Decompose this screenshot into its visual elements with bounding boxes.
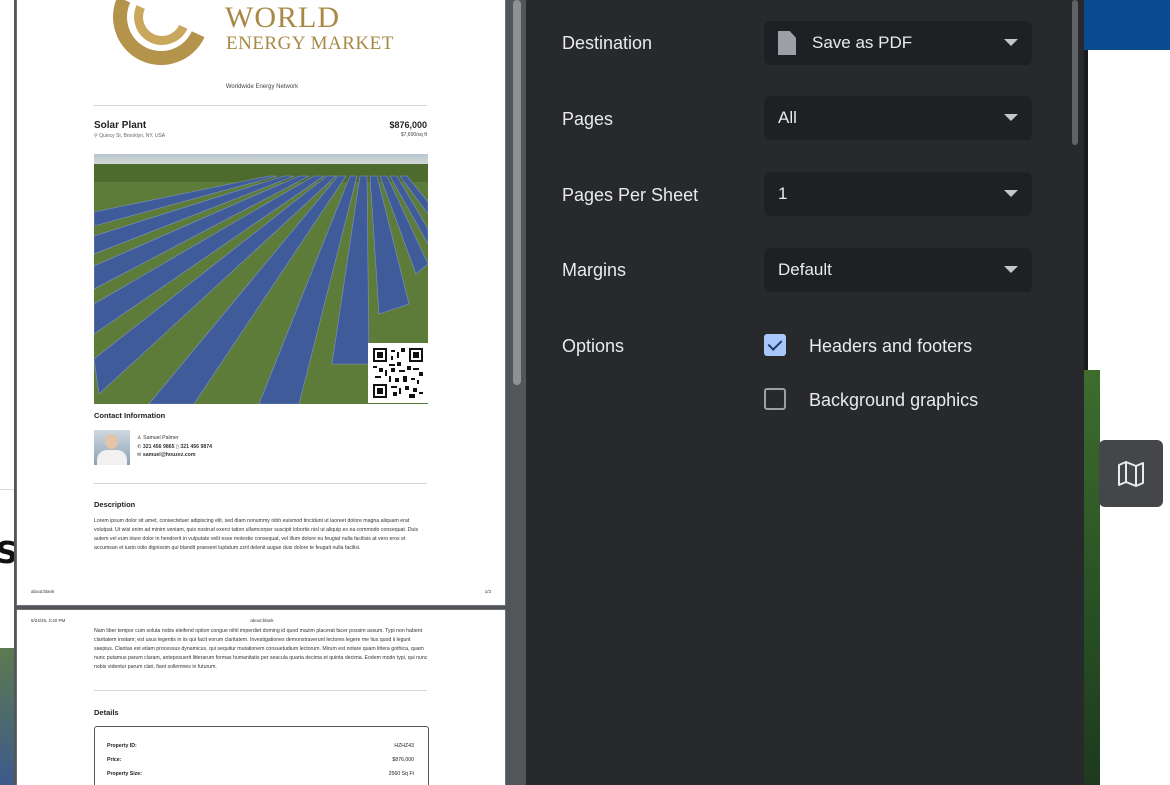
print-settings-panel: Destination Save as PDF Pages All Pages … bbox=[526, 0, 1068, 785]
details-row: Property Size: 2560 Sq Ft bbox=[107, 771, 414, 777]
margins-value: Default bbox=[778, 260, 832, 279]
details-key: Price: bbox=[107, 757, 122, 763]
chevron-down-icon bbox=[1004, 190, 1018, 197]
description-text: Lorem ipsum dolor sit amet, consectetuer… bbox=[94, 518, 419, 551]
preview-page-2: 5/24/25, 2:40 PM about:blank Nam liber t… bbox=[16, 609, 506, 785]
mail-icon: ✉ bbox=[137, 452, 142, 458]
agent-head bbox=[105, 434, 118, 449]
preview-page-1: WORLD ENERGY MARKET Worldwide Energy Net… bbox=[16, 0, 506, 606]
pages-per-sheet-value: 1 bbox=[778, 184, 788, 203]
agent-name-row: ♙ Samuel Palmer bbox=[137, 435, 179, 441]
page-footer-right: 1/3 bbox=[484, 589, 491, 594]
qr-code bbox=[368, 343, 428, 403]
destination-label: Destination bbox=[562, 33, 653, 53]
destination-value: Save as PDF bbox=[812, 33, 913, 52]
chevron-down-icon bbox=[1004, 266, 1018, 273]
person-icon: ♙ bbox=[137, 435, 142, 441]
agent-name: Samuel Palmer bbox=[143, 435, 179, 441]
details-key: Property ID: bbox=[107, 743, 137, 749]
margins-select[interactable]: Default bbox=[764, 248, 1032, 292]
settings-scrollbar[interactable] bbox=[1068, 0, 1084, 785]
chevron-down-icon bbox=[1004, 114, 1018, 121]
details-row: Price: $876,000 bbox=[107, 757, 414, 763]
background-graphics-label[interactable]: Background graphics bbox=[809, 390, 978, 411]
margins-label: Margins bbox=[562, 260, 627, 280]
agent-shirt bbox=[97, 450, 127, 465]
property-price: $876,000 bbox=[389, 120, 427, 130]
agent-phone-1: 321 456 9865 bbox=[142, 444, 175, 450]
details-value: HZHZ43 bbox=[394, 743, 414, 749]
qr-pattern bbox=[373, 348, 423, 398]
description-heading: Description bbox=[94, 500, 136, 509]
pages-label: Pages bbox=[562, 109, 614, 129]
divider bbox=[94, 105, 427, 106]
pages-per-sheet-label: Pages Per Sheet bbox=[562, 185, 699, 205]
logo-text-energy-market: ENERGY MARKET bbox=[226, 33, 394, 54]
agent-phone-row: ✆ 321 456 9865 ▯ 321 456 9874 bbox=[137, 444, 212, 450]
background-header-bar bbox=[1084, 0, 1170, 50]
details-table: Property ID: HZHZ43 Price: $876,000 Prop… bbox=[94, 726, 429, 785]
pages-select[interactable]: All bbox=[764, 96, 1032, 140]
file-icon bbox=[778, 31, 796, 55]
phone-icon: ✆ bbox=[137, 444, 142, 450]
chevron-down-icon bbox=[1004, 39, 1018, 46]
agent-email: samuel@houzez.com bbox=[142, 452, 196, 458]
background-image-fragment bbox=[1084, 370, 1100, 785]
property-address: ⚲ Quincy St, Brooklyn, NY, USA bbox=[94, 133, 165, 139]
agent-phone-2: 321 456 9874 bbox=[180, 444, 213, 450]
background-image-fragment bbox=[0, 648, 14, 785]
agent-photo bbox=[94, 430, 130, 465]
details-value: $876,000 bbox=[392, 757, 414, 763]
details-key: Property Size: bbox=[107, 771, 142, 777]
property-price-per-sqft: $7,600/sq ft bbox=[400, 132, 427, 138]
page2-text: Nam liber tempor cum soluta nobis eleife… bbox=[94, 628, 428, 670]
options-label: Options bbox=[562, 336, 625, 356]
property-title: Solar Plant bbox=[94, 120, 147, 131]
background-graphics-checkbox[interactable] bbox=[764, 388, 786, 410]
contact-heading: Contact Information bbox=[94, 411, 166, 420]
pages-per-sheet-select[interactable]: 1 bbox=[764, 172, 1032, 216]
pages-value: All bbox=[778, 108, 797, 127]
tagline: Worldwide Energy Network bbox=[225, 84, 299, 90]
page-footer-left: about:blank bbox=[31, 589, 55, 594]
divider bbox=[94, 690, 427, 691]
map-icon bbox=[1118, 460, 1144, 487]
location-pin-icon: ⚲ bbox=[94, 133, 98, 139]
headers-footers-checkbox[interactable] bbox=[764, 334, 786, 356]
background-website-right bbox=[1084, 0, 1170, 785]
preview-scrollbar[interactable] bbox=[511, 0, 523, 785]
map-button[interactable] bbox=[1099, 440, 1163, 507]
details-value: 2560 Sq Ft bbox=[388, 771, 414, 777]
logo-text-world: WORLD bbox=[225, 1, 340, 34]
print-preview-area[interactable]: WORLD ENERGY MARKET Worldwide Energy Net… bbox=[14, 0, 526, 785]
destination-select[interactable]: Save as PDF bbox=[764, 21, 1032, 65]
details-row: Property ID: HZHZ43 bbox=[107, 743, 414, 749]
property-address-text: Quincy St, Brooklyn, NY, USA bbox=[99, 133, 166, 139]
preview-scrollbar-thumb[interactable] bbox=[513, 0, 521, 385]
headers-footers-label[interactable]: Headers and footers bbox=[809, 336, 972, 357]
settings-scrollbar-thumb[interactable] bbox=[1072, 0, 1078, 145]
agent-email-row: ✉ samuel@houzez.com bbox=[137, 452, 195, 458]
details-heading: Details bbox=[94, 708, 119, 717]
divider bbox=[94, 483, 427, 484]
page-header-center: about:blank bbox=[250, 618, 274, 623]
mobile-icon: ▯ bbox=[176, 444, 179, 450]
